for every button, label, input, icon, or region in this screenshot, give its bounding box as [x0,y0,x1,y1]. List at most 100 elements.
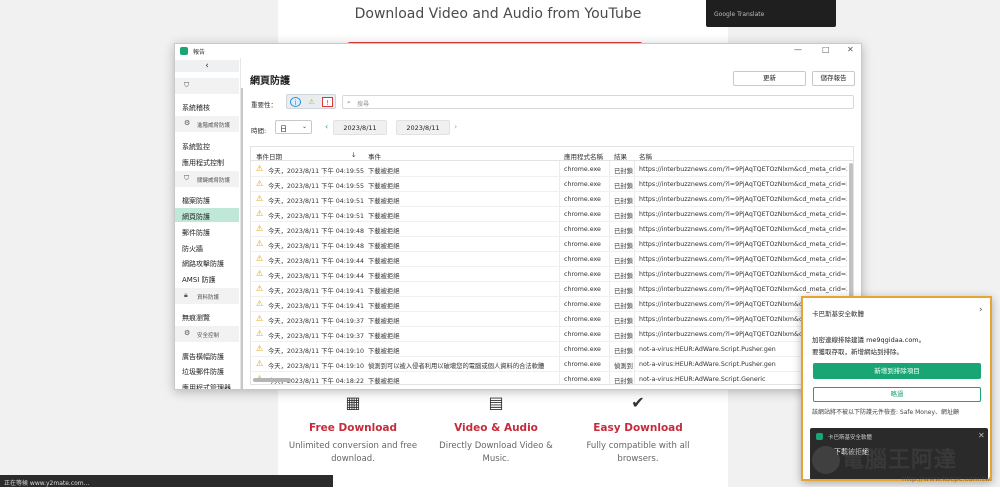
sort-arrow-icon[interactable]: ↓ [351,151,356,159]
cell-event: 下載被拒絕 [368,198,400,205]
sidebar-group-data-protection[interactable]: 🔒︎ 資料防護 [175,288,239,304]
sidebar-item-system-audit[interactable]: 系統稽核 [175,99,239,113]
add-to-exclusions-button[interactable]: 新增到排除項目 [813,363,981,379]
sidebar-item-private-browsing[interactable]: 無痕瀏覽 [175,309,239,323]
skip-button[interactable]: 略過 [813,387,981,402]
sidebar-group-security-control[interactable]: ⚙ 安全控制 [175,326,239,342]
kaspersky-app-icon [180,47,188,55]
cell-name: https://interbuzznews.com/?l=9PjAqTQETOz… [639,181,847,188]
table-row[interactable]: ⚠ 今天，2023/8/11 下午 04:19:37 下載被拒絕 chrome.exe… [251,312,847,327]
google-translate-tooltip: Google Translate [706,0,836,27]
feature-title: Free Download [308,422,398,434]
table-row[interactable]: ⚠ 今天，2023/8/11 下午 04:19:41 下載被拒絕 chrome.exe… [251,282,847,297]
table-horizontal-scrollbar[interactable] [253,378,291,382]
cell-app: chrome.exe [564,331,601,338]
sidebar-item-app-manager[interactable]: 應用程式管理器 [175,379,239,389]
table-header: 事件日期 ↓ 事件 應用程式名稱 結果 名稱 [251,147,853,161]
cell-name: https://interbuzznews.com/?l=9PjAqTQETOz… [639,241,847,248]
sidebar-item-app-control[interactable]: 應用程式控制 [175,154,239,168]
column-header-app[interactable]: 應用程式名稱 [564,151,603,161]
cell-result: 已封鎖 [614,228,633,235]
info-severity-icon[interactable]: i [290,97,301,107]
sidebar-item-mail-protection[interactable]: 郵件防護 [175,224,239,238]
cell-result: 已封鎖 [614,168,633,175]
cell-app: chrome.exe [564,346,601,353]
cell-event: 下載被拒絕 [368,213,400,220]
notification-title: 卡巴斯基安全軟體 [812,310,864,318]
cell-app: chrome.exe [564,361,601,368]
close-button[interactable]: ✕ [847,45,854,54]
warning-severity-icon[interactable]: ⚠ [306,97,317,107]
watermark-logo-icon [812,446,840,474]
table-row[interactable]: ⚠ 今天，2023/8/11 下午 04:19:44 下載被拒絕 chrome.exe… [251,252,847,267]
cell-event: 下載被拒絕 [368,348,400,355]
sidebar-item-file-protection[interactable]: 檔案防護 [175,192,239,206]
cell-app: chrome.exe [564,301,601,308]
search-icon: ⌕ [347,98,351,106]
window-titlebar[interactable]: 報告 — □ ✕ [175,44,861,58]
feature-video-audio: ▤ Video & Audio Directly Download Video … [421,390,571,466]
table-row[interactable]: ⚠ 今天，2023/8/11 下午 04:19:37 下載被拒絕 chrome.exe… [251,327,847,342]
table-row[interactable]: ⚠ 今天，2023/8/11 下午 04:19:10 偵測到可以被入侵者利用以破壞您… [251,357,847,372]
gear-shield-icon: ⚙ [184,119,191,127]
table-row[interactable]: ⚠ 今天，2023/8/11 下午 04:19:48 下載被拒絕 chrome.exe… [251,237,847,252]
cell-app: chrome.exe [564,256,601,263]
critical-severity-icon[interactable]: ! [322,97,333,107]
notification-message: 加密連線排除建議 me9qgidaa.com。 要獲取存取，新增網站到排除。 [812,336,926,356]
warning-icon: ⚠ [256,164,264,173]
next-date-icon[interactable]: › [454,122,457,131]
save-report-button[interactable]: 儲存報告 [812,71,855,86]
cell-date: 今天，2023/8/11 下午 04:19:55 [268,183,365,190]
column-header-date[interactable]: 事件日期 [256,151,282,161]
column-header-name[interactable]: 名稱 [639,151,652,161]
feature-title: Video & Audio [454,422,538,434]
table-row[interactable]: ⚠ 今天，2023/8/11 下午 04:19:51 下載被拒絕 chrome.exe… [251,192,847,207]
table-row[interactable]: ⚠ 今天，2023/8/11 下午 04:19:10 下載被拒絕 chrome.exe… [251,342,847,357]
table-row[interactable]: ⚠ 今天，2023/8/11 下午 04:19:48 下載被拒絕 chrome.exe… [251,222,847,237]
column-header-result[interactable]: 結果 [614,151,627,161]
main-panel: 網頁防護 ? 更新 儲存報告 重要性： i ⚠ ! ⌕ 搜尋 時間: 日 ⌄ ‹… [243,58,861,389]
sidebar-item-anti-spam[interactable]: 垃圾郵件防護 [175,363,239,377]
cell-event: 偵測到可以被入侵者利用以破壞您的電腦或個人資料的合法軟體 [368,363,545,370]
sidebar-group-key-threat[interactable]: ⛉ 關鍵威脅防護 [175,171,239,187]
date-to[interactable]: 2023/8/11 [396,120,450,135]
sidebar-group-advanced-threat[interactable]: ⚙ 進階威脅防護 [175,116,239,132]
cell-event: 下載被拒絕 [368,243,400,250]
check-icon: ✔ [631,393,645,412]
warning-icon: ⚠ [256,224,264,233]
settings-icon: ⚙ [184,329,191,337]
table-row[interactable]: ⚠今天，2023/8/11 下午 04:18:22下載被拒絕chrome.exe… [251,372,847,384]
sidebar-group-security[interactable]: ⛉ [175,78,239,94]
cell-app: chrome.exe [564,376,601,383]
table-row[interactable]: ⚠ 今天，2023/8/11 下午 04:19:55 下載被拒絕 chrome.exe… [251,162,847,177]
table-row[interactable]: ⚠ 今天，2023/8/11 下午 04:19:44 下載被拒絕 chrome.exe… [251,267,847,282]
refresh-button[interactable]: 更新 [733,71,806,86]
date-from[interactable]: 2023/8/11 [333,120,387,135]
minimize-button[interactable]: — [794,45,802,54]
back-button[interactable]: ‹ [175,60,239,72]
column-header-event[interactable]: 事件 [368,151,381,161]
table-row[interactable]: ⚠ 今天，2023/8/11 下午 04:19:51 下載被拒絕 chrome.exe… [251,207,847,222]
period-select[interactable]: 日 ⌄ [275,120,312,134]
sidebar-item-network-attack[interactable]: 網路攻擊防護 [175,255,239,269]
warning-icon: ⚠ [256,194,264,203]
cell-date: 今天，2023/8/11 下午 04:19:41 [268,288,365,295]
table-row[interactable]: ⚠ 今天，2023/8/11 下午 04:19:55 下載被拒絕 chrome.exe… [251,177,847,192]
cell-result: 已封鎖 [614,303,633,310]
cell-date: 今天，2023/8/11 下午 04:19:44 [268,273,365,280]
report-window: 報告 — □ ✕ ‹ ⛉ 系統稽核 ⚙ 進階威脅防護 系統監控 應用程式控制 ⛉… [174,43,862,390]
sidebar-item-amsi[interactable]: AMSI 防護 [175,271,239,285]
window-title: 報告 [193,49,206,56]
cell-name: https://interbuzznews.com/?l=9PjAqTQETOz… [639,226,847,233]
notification-close-icon[interactable]: › [979,305,983,315]
maximize-button[interactable]: □ [822,45,830,54]
search-input[interactable]: ⌕ 搜尋 [342,95,854,109]
sidebar-item-firewall[interactable]: 防火牆 [175,240,239,254]
sidebar-item-anti-banner[interactable]: 廣告橫幅防護 [175,348,239,362]
sidebar-item-web-protection[interactable]: 網頁防護 [175,208,239,222]
table-row[interactable]: ⚠ 今天，2023/8/11 下午 04:19:41 下載被拒絕 chrome.exe… [251,297,847,312]
sidebar-item-system-monitor[interactable]: 系統監控 [175,138,239,152]
cell-event: 下載被拒絕 [368,168,400,175]
cell-app: chrome.exe [564,181,601,188]
previous-date-icon[interactable]: ‹ [325,122,328,131]
